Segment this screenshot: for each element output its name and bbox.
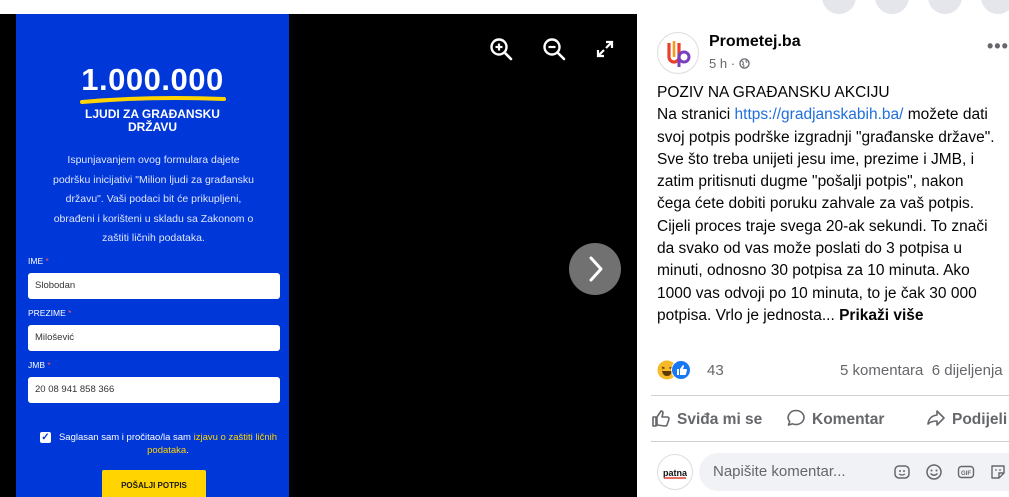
- chevron-right-icon: [589, 256, 603, 282]
- submit-signature-button: POŠALJI POTPIS: [102, 470, 206, 497]
- top-strip: [0, 0, 1009, 14]
- prezime-field: Milošević: [28, 325, 280, 351]
- page-avatar[interactable]: [657, 32, 699, 74]
- photo-viewer: 1.000.000 LJUDI ZA GRAĐANSKU DRŽAVU Ispu…: [0, 14, 637, 497]
- post-meta: 5 h ·: [709, 56, 750, 71]
- post-stats: 5 komentara 6 dijeljenja: [840, 362, 1003, 379]
- zoom-in-icon[interactable]: [488, 36, 514, 62]
- patna-logo-icon: patna: [663, 468, 688, 479]
- zoom-out-icon[interactable]: [541, 36, 567, 62]
- poster-intro: Ispunjavanjem ovog formulara dajete podr…: [53, 154, 254, 244]
- commenter-avatar[interactable]: patna: [657, 454, 693, 490]
- top-circle-button[interactable]: [981, 0, 1009, 14]
- consent-row: ✓ Saglasan sam i pročitao/la sam izjavu …: [40, 432, 278, 456]
- post-text: POZIV NA GRAĐANSKU AKCIJU Na stranici ht…: [657, 84, 995, 324]
- poster-big-number: 1.000.000: [81, 62, 224, 97]
- comment-icon: [787, 409, 805, 426]
- more-options-icon[interactable]: •••: [987, 36, 1009, 57]
- svg-text:patna: patna: [663, 468, 688, 478]
- divider: [651, 395, 1009, 396]
- post-panel: Prometej.ba 5 h · ••• POZIV NA GRAĐANSKU…: [637, 14, 1009, 497]
- avatar-sticker-icon[interactable]: [893, 463, 911, 481]
- emoji-icon[interactable]: [925, 463, 943, 481]
- field-label-jmb: JMB *: [28, 360, 51, 370]
- comments-count-link[interactable]: 5 komentara: [840, 362, 923, 379]
- shares-count-link[interactable]: 6 dijeljenja: [932, 362, 1003, 379]
- like-reaction-icon: [671, 360, 691, 380]
- divider: [651, 441, 1009, 442]
- post-time[interactable]: 5 h: [709, 56, 727, 71]
- svg-text:GIF: GIF: [961, 471, 971, 477]
- globe-icon: [738, 58, 750, 69]
- top-circle-button[interactable]: [822, 0, 856, 14]
- see-more-link[interactable]: Prikaži više: [839, 307, 923, 324]
- fullscreen-icon[interactable]: [592, 36, 618, 62]
- reaction-count: 43: [707, 362, 724, 379]
- share-arrow-icon: [927, 410, 945, 426]
- gif-icon[interactable]: GIF: [957, 463, 975, 481]
- jmb-field: 20 08 941 858 366: [28, 377, 280, 403]
- top-circle-button[interactable]: [928, 0, 962, 14]
- poster-image: 1.000.000 LJUDI ZA GRAĐANSKU DRŽAVU Ispu…: [16, 14, 289, 497]
- swoosh-decoration: [80, 96, 226, 104]
- sticker-icon[interactable]: [989, 463, 1007, 481]
- thumbs-up-icon: [652, 410, 670, 427]
- ime-field: Slobodan: [28, 273, 280, 299]
- page-name-link[interactable]: Prometej.ba: [709, 33, 801, 51]
- field-label-prezime: PREZIME *: [28, 308, 72, 318]
- poster-subtitle: LJUDI ZA GRAĐANSKU DRŽAVU: [85, 107, 220, 134]
- next-photo-button[interactable]: [569, 243, 621, 295]
- share-button[interactable]: Podijeli: [926, 408, 1007, 429]
- like-button[interactable]: Sviđa mi se: [651, 408, 762, 429]
- comment-input[interactable]: Napišite komentar... GIF: [699, 453, 1009, 491]
- top-circle-button[interactable]: [875, 0, 909, 14]
- comment-button[interactable]: Komentar: [786, 408, 884, 429]
- prometej-logo-icon: [667, 41, 691, 67]
- post-link[interactable]: https://gradjanskabih.ba/: [735, 106, 904, 123]
- comment-placeholder: Napišite komentar...: [713, 463, 846, 480]
- field-label-ime: IME *: [28, 256, 49, 266]
- consent-checkbox: ✓: [40, 432, 51, 443]
